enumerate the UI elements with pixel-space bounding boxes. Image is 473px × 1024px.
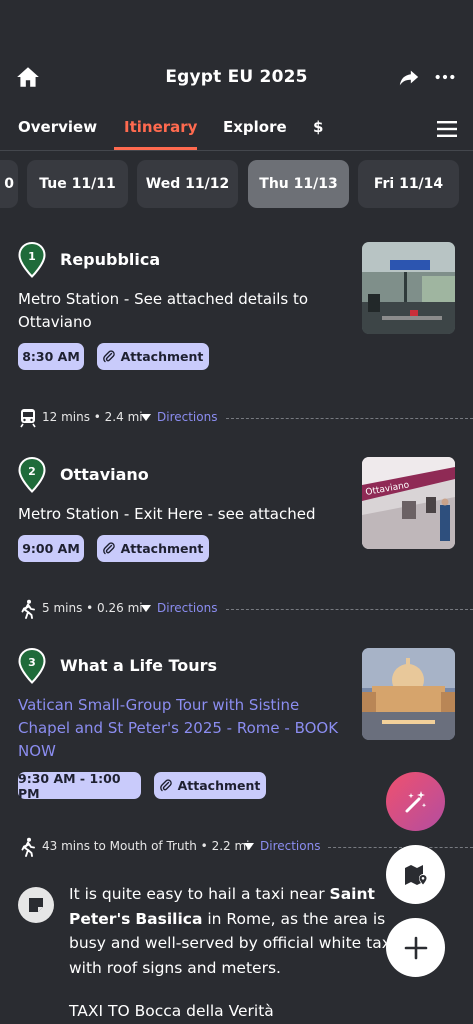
directions-link[interactable]: Directions [260, 839, 320, 853]
transit-segment: 12 mins • 2.4 mi Directions [0, 406, 473, 430]
time-chip[interactable]: 9:30 AM - 1:00 PM [18, 771, 141, 801]
tab-explore[interactable]: Explore [223, 118, 287, 136]
map-pin-icon: 3 [18, 648, 46, 684]
transit-info: 12 mins • 2.4 mi [42, 410, 143, 424]
map-view-button[interactable] [386, 845, 445, 904]
ai-assist-button[interactable] [386, 772, 445, 831]
day-chip[interactable]: Tue 11/11 [27, 160, 128, 208]
divider [226, 418, 473, 419]
share-icon[interactable] [398, 66, 420, 88]
add-item-button[interactable] [386, 918, 445, 977]
stop-photo[interactable]: Ottaviano [362, 457, 455, 549]
attachment-chip[interactable]: Attachment [97, 343, 209, 370]
transit-segment: 5 mins • 0.26 mi Directions [0, 597, 473, 621]
stop-photo[interactable] [362, 648, 455, 740]
more-icon[interactable] [434, 66, 456, 88]
chevron-down-icon[interactable] [141, 605, 151, 612]
note-icon [18, 887, 54, 923]
stop-name[interactable]: Ottaviano [60, 465, 149, 484]
active-tab-indicator [114, 147, 197, 150]
map-pin-icon: 2 [18, 457, 46, 493]
magic-wand-icon [405, 790, 426, 812]
day-chip[interactable]: Wed 11/12 [137, 160, 238, 208]
booking-link[interactable]: Vatican Small-Group Tour with Sistine Ch… [18, 694, 348, 763]
svg-text:3: 3 [28, 656, 36, 669]
train-icon [20, 409, 36, 428]
stop-photo[interactable] [362, 242, 455, 334]
tab-budget[interactable]: $ [313, 118, 323, 136]
tab-bar: Overview Itinerary Explore $ [0, 108, 473, 151]
day-selector: 0 Tue 11/11 Wed 11/12 Thu 11/13 Fri 11/1… [0, 160, 473, 210]
time-chip[interactable]: 8:30 AM [18, 343, 84, 370]
chevron-down-icon[interactable] [141, 414, 151, 421]
directions-link[interactable]: Directions [157, 601, 217, 615]
paperclip-icon [159, 779, 172, 792]
paperclip-icon [102, 542, 115, 555]
plus-icon [404, 936, 427, 959]
paperclip-icon [102, 350, 115, 363]
menu-icon[interactable] [437, 120, 457, 138]
directions-link[interactable]: Directions [157, 410, 217, 424]
stop-name[interactable]: What a Life Tours [60, 656, 217, 675]
stop-description: Metro Station - See attached details to … [18, 290, 309, 331]
day-chip[interactable]: 0 [0, 160, 18, 208]
tab-itinerary[interactable]: Itinerary [124, 118, 197, 136]
time-chip[interactable]: 9:00 AM [18, 535, 84, 562]
attachment-chip[interactable]: Attachment [97, 535, 209, 562]
stop-name[interactable]: Repubblica [60, 250, 160, 269]
note-heading: TAXI TO Bocca della Verità [69, 1002, 274, 1020]
note-text: It is quite easy to hail a taxi near Sai… [69, 885, 404, 977]
top-bar: Egypt EU 2025 [0, 58, 473, 98]
day-chip-selected[interactable]: Thu 11/13 [248, 160, 349, 208]
attachment-chip[interactable]: Attachment [154, 772, 266, 799]
transit-info: 43 mins to Mouth of Truth • 2.2 mi [42, 839, 250, 853]
stop-description: Metro Station - Exit Here - see attached [18, 505, 316, 523]
svg-text:1: 1 [28, 250, 36, 263]
day-chip[interactable]: Fri 11/14 [358, 160, 459, 208]
walk-icon [21, 837, 35, 857]
chevron-down-icon[interactable] [244, 843, 254, 850]
map-pin-icon: 1 [18, 242, 46, 278]
tab-overview[interactable]: Overview [18, 118, 97, 136]
map-icon [404, 864, 426, 885]
svg-text:2: 2 [28, 465, 36, 478]
walk-icon [21, 599, 35, 619]
transit-info: 5 mins • 0.26 mi [42, 601, 143, 615]
divider [226, 609, 473, 610]
